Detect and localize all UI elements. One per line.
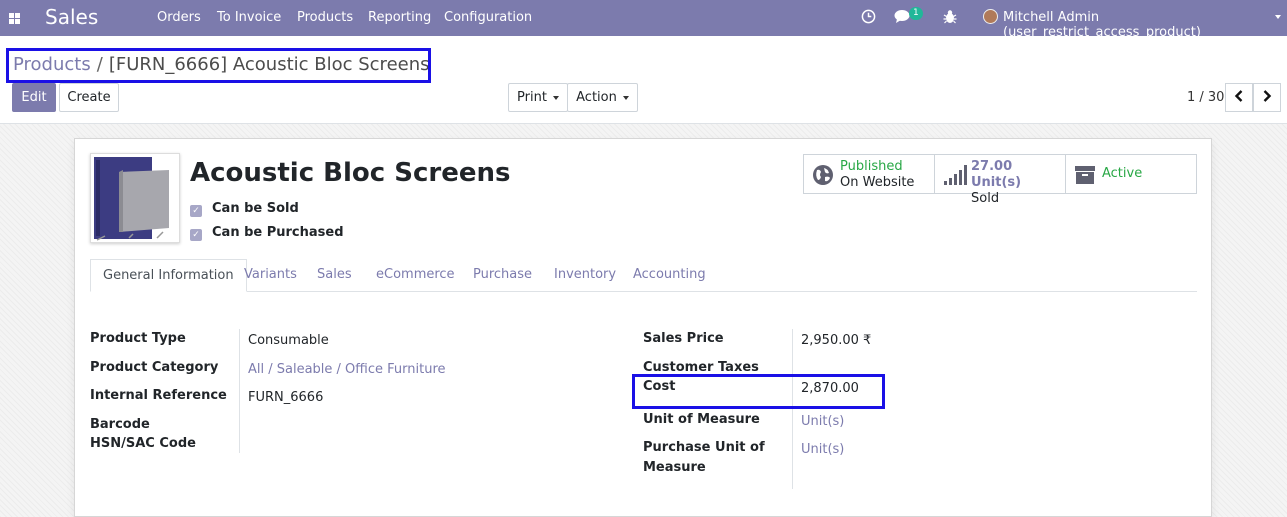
tab-sales[interactable]: Sales (317, 259, 352, 292)
tab-variants[interactable]: Variants (244, 259, 297, 292)
active-label: Active (1102, 166, 1143, 181)
internal-reference-label: Internal Reference (90, 388, 227, 403)
purchase-uom-label-line2: Measure (643, 460, 706, 475)
action-label: Action (576, 90, 617, 105)
sold-label: Sold (971, 191, 1000, 206)
product-type-label: Product Type (90, 331, 186, 346)
sales-price-label: Sales Price (643, 331, 724, 346)
website-published-button[interactable]: Published On Website (803, 154, 935, 194)
website-stat-text: Published On Website (840, 159, 914, 191)
apps-menu-icon[interactable] (9, 13, 20, 24)
menu-reporting[interactable]: Reporting (368, 10, 431, 25)
product-category-link[interactable]: All / Saleable / Office Furniture (248, 362, 446, 377)
pager-value[interactable]: 1 / 30 (1187, 90, 1224, 105)
tab-ecommerce[interactable]: eCommerce (376, 259, 455, 292)
messages-badge: 1 (909, 7, 923, 20)
menu-to-invoice[interactable]: To Invoice (217, 10, 281, 25)
sold-stat-text: 27.00 Unit(s) Sold (971, 159, 1065, 207)
product-name[interactable]: Acoustic Bloc Screens (190, 158, 510, 188)
active-toggle-button[interactable]: Active (1065, 154, 1197, 194)
can-be-sold-checkbox[interactable]: ✓ (190, 205, 202, 217)
edit-button[interactable]: Edit (12, 83, 56, 112)
pager-next-button[interactable] (1253, 83, 1281, 112)
top-navbar: Sales Orders To Invoice Products Reporti… (0, 0, 1287, 40)
sales-price-value[interactable]: 2,950.00 ₹ (801, 333, 871, 348)
customer-taxes-label: Customer Taxes (643, 360, 759, 375)
right-group-divider (792, 329, 793, 489)
product-image[interactable] (90, 153, 180, 243)
internal-reference-value[interactable]: FURN_6666 (248, 390, 323, 405)
app-name[interactable]: Sales (45, 5, 98, 29)
debug-bug-icon[interactable] (943, 9, 957, 28)
archive-box-icon (1075, 166, 1095, 184)
create-button[interactable]: Create (59, 83, 119, 112)
can-be-purchased-row[interactable]: ✓ Can be Purchased (190, 225, 344, 241)
globe-icon (813, 165, 833, 185)
unit-of-measure-label: Unit of Measure (643, 412, 760, 427)
tab-inventory[interactable]: Inventory (554, 259, 616, 292)
product-type-value[interactable]: Consumable (248, 333, 329, 348)
sold-stat-button[interactable]: 27.00 Unit(s) Sold (934, 154, 1066, 206)
menu-products[interactable]: Products (297, 10, 353, 25)
can-be-purchased-label: Can be Purchased (212, 225, 344, 240)
left-group-divider (239, 329, 240, 453)
chevron-left-icon (1234, 90, 1243, 102)
print-dropdown-button[interactable]: Print (508, 83, 568, 112)
can-be-sold-row[interactable]: ✓ Can be Sold (190, 201, 299, 217)
chevron-right-icon (1263, 90, 1272, 102)
user-menu-caret-icon[interactable] (1275, 15, 1281, 19)
on-website-label: On Website (840, 175, 915, 190)
print-caret-icon (552, 95, 559, 100)
can-be-purchased-checkbox[interactable]: ✓ (190, 229, 202, 241)
menu-configuration[interactable]: Configuration (444, 10, 532, 25)
barcode-label: Barcode (90, 417, 150, 432)
cost-highlight-box (632, 374, 885, 409)
signal-bars-icon (944, 165, 967, 185)
sold-quantity: 27.00 Unit(s) (971, 159, 1022, 190)
menu-orders[interactable]: Orders (157, 10, 201, 25)
hsn-sac-code-label: HSN/SAC Code (90, 436, 196, 451)
tab-purchase[interactable]: Purchase (473, 259, 532, 292)
print-label: Print (517, 90, 547, 105)
unit-of-measure-link[interactable]: Unit(s) (801, 414, 844, 429)
form-notebook-tabs: General Information Variants Sales eComm… (90, 259, 1197, 292)
can-be-sold-label: Can be Sold (212, 201, 299, 216)
active-stat-text: Active (1102, 166, 1142, 182)
purchase-uom-label-line1: Purchase Unit of (643, 440, 765, 455)
published-status: Published (840, 159, 903, 174)
acoustic-screen-image-icon (94, 157, 169, 241)
breadcrumb-highlight-box (6, 48, 431, 83)
activity-clock-icon[interactable] (861, 9, 876, 28)
action-dropdown-button[interactable]: Action (567, 83, 638, 112)
action-caret-icon (622, 95, 629, 100)
product-category-label: Product Category (90, 360, 219, 375)
user-avatar[interactable] (983, 9, 998, 24)
tab-accounting[interactable]: Accounting (633, 259, 706, 292)
pager-previous-button[interactable] (1225, 83, 1253, 112)
tab-general-information[interactable]: General Information (90, 259, 247, 292)
purchase-uom-link[interactable]: Unit(s) (801, 442, 844, 457)
